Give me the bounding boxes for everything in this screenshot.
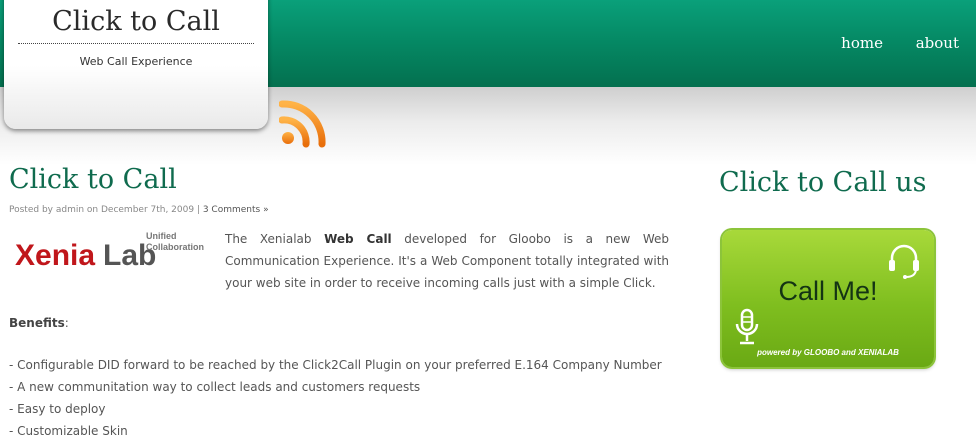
headset-icon (889, 244, 919, 279)
comments-link[interactable]: 3 Comments » (203, 205, 269, 215)
powered-by-text: powered by GLOOBO and XENIALAB (757, 348, 899, 357)
microphone-icon (735, 308, 759, 345)
intro-bold-web-call: Web Call (324, 232, 392, 246)
post-meta-text: Posted by admin on December 7th, 2009 | (9, 205, 203, 215)
rss-feed-icon[interactable] (279, 96, 329, 148)
benefits-heading: Benefits: (9, 316, 69, 330)
list-item: - Easy to deploy (9, 402, 106, 416)
call-me-button[interactable]: Call Me! powered by GLOOBO and XENIALAB (722, 230, 934, 367)
xenialab-logo: Xenia Lab Unified Collaboration (15, 231, 204, 272)
logo-brand-xenia: Xenia (15, 239, 95, 272)
logo-tagline-1: Unified (146, 231, 177, 241)
nav-home-link[interactable]: home (841, 34, 883, 52)
sidebar-title: Click to Call us (719, 167, 927, 198)
logo-tagline-2: Collaboration (146, 242, 204, 252)
post-meta: Posted by admin on December 7th, 2009 | … (9, 205, 269, 215)
benefits-label: Benefits (9, 316, 65, 330)
list-item: - Configurable DID forward to be reached… (9, 358, 662, 372)
intro-text-start: The Xenialab (225, 232, 325, 246)
site-title[interactable]: Click to Call (4, 6, 268, 37)
benefits-colon: : (64, 316, 69, 330)
site-subtitle: Web Call Experience (79, 55, 193, 68)
site-logo-box[interactable]: Click to Call Web Call Experience (4, 0, 268, 129)
title-divider (18, 43, 254, 44)
call-me-label[interactable]: Call Me! (722, 276, 934, 307)
benefits-list: - Configurable DID forward to be reached… (9, 354, 662, 442)
post-intro: The Xenialab Web Call developed for Gloo… (225, 228, 669, 294)
nav-about-link[interactable]: about (916, 34, 959, 52)
list-item: - A new communitation way to collect lea… (9, 380, 421, 394)
list-item: - Customizable Skin (9, 424, 128, 438)
post-title[interactable]: Click to Call (9, 164, 177, 195)
main-nav: home about (813, 34, 959, 52)
